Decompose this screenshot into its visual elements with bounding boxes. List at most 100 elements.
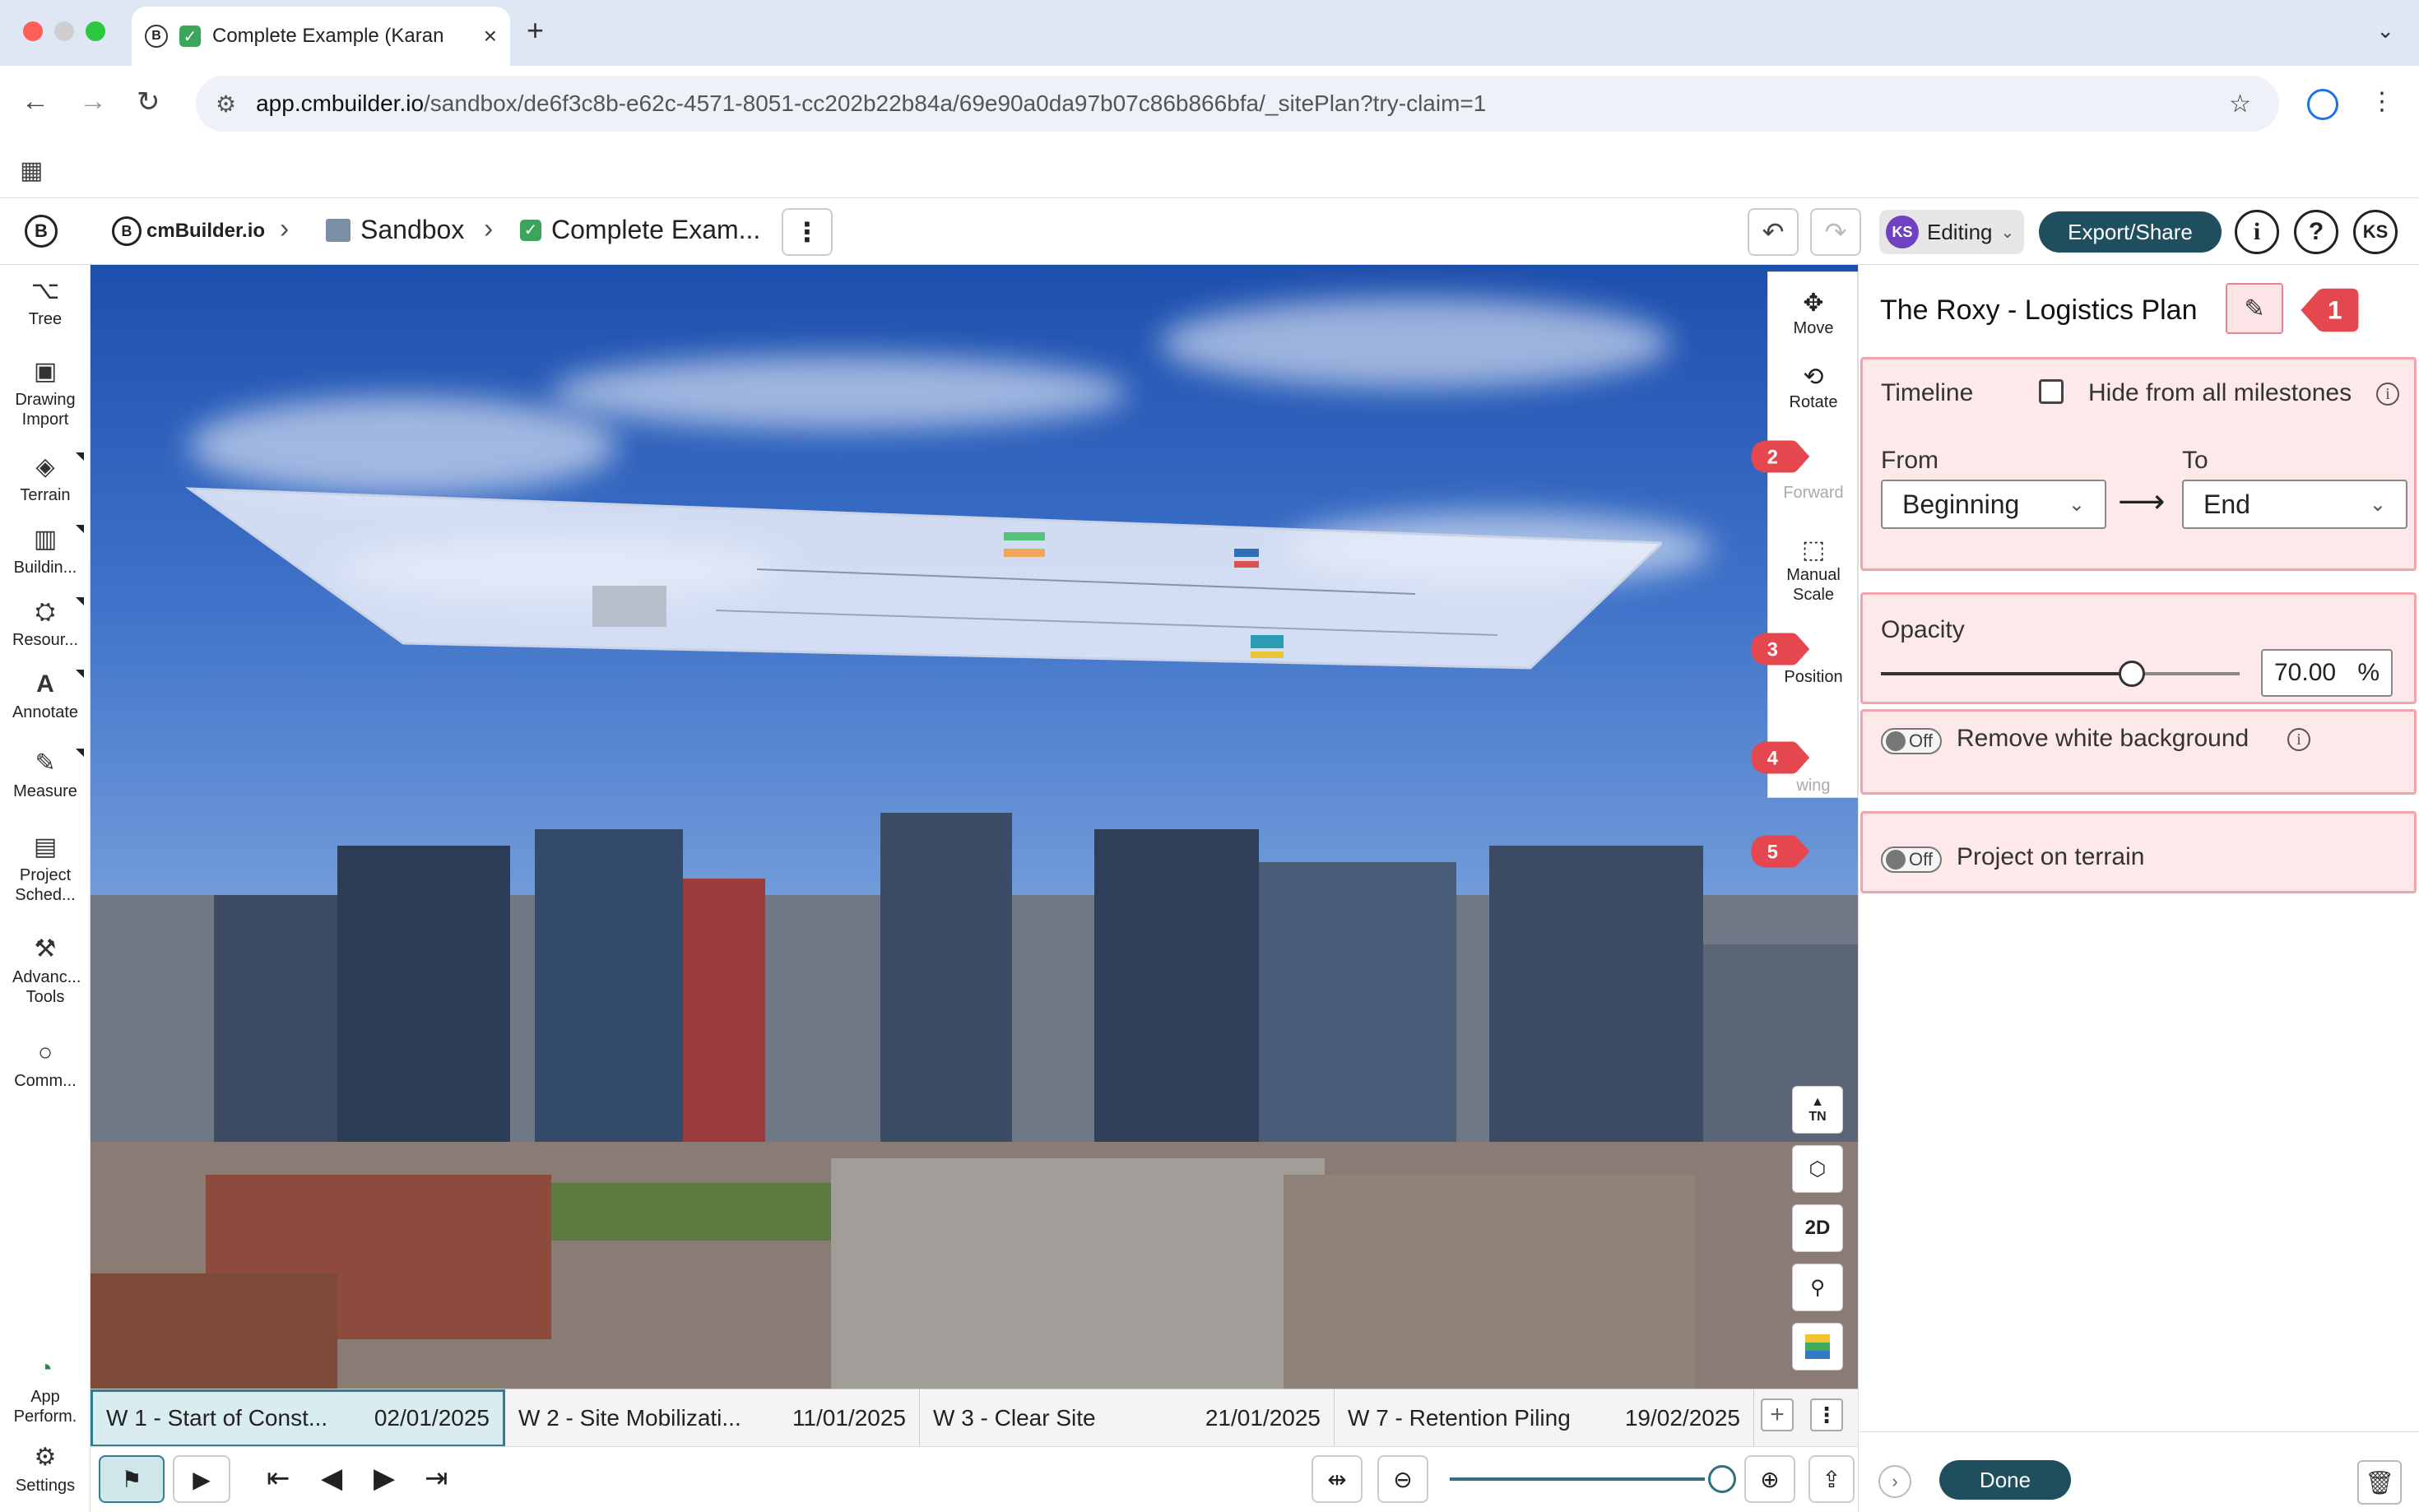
move-tool[interactable]: ✥ Move: [1768, 289, 1859, 338]
redo-button[interactable]: ↷: [1810, 208, 1861, 256]
new-tab-icon[interactable]: +: [527, 13, 544, 48]
address-bar[interactable]: ⚙ app.cmbuilder.io/sandbox/de6f3c8b-e62c…: [196, 76, 2279, 132]
skip-to-end-icon[interactable]: ⇥: [425, 1462, 448, 1495]
sidebar-item-buildings[interactable]: ▥ Buildin...: [0, 525, 91, 577]
brand-name: cmBuilder.io: [146, 220, 266, 242]
sidebar-item-measure[interactable]: ✎ Measure: [0, 749, 91, 801]
milestone-strip: W 1 - Start of Const... 02/01/2025 W 2 -…: [91, 1389, 1858, 1447]
crane-button[interactable]: ⚲: [1792, 1264, 1843, 1311]
reload-icon[interactable]: ↻: [137, 86, 160, 118]
chevron-right-icon[interactable]: ›: [1878, 1465, 1911, 1498]
sidebar-item-settings[interactable]: ⚙ Settings: [0, 1443, 91, 1496]
user-avatar[interactable]: KS: [2353, 210, 2398, 254]
view-cube-button[interactable]: ⬡: [1792, 1145, 1843, 1193]
sidebar-item-project-schedule[interactable]: ▤ Project Sched...: [0, 833, 91, 905]
toggle-knob: [1886, 850, 1906, 870]
opacity-slider-knob[interactable]: [2119, 661, 2146, 687]
export-share-button[interactable]: Export/Share: [2039, 211, 2222, 253]
zoom-out-button[interactable]: ⊖: [1377, 1455, 1428, 1503]
editing-mode-dropdown[interactable]: KS Editing ⌄: [1879, 210, 2024, 254]
manual-scale-tool[interactable]: ⬚ Manual Scale: [1768, 536, 1859, 605]
crane-view-button[interactable]: ⚑: [99, 1455, 165, 1503]
opacity-input[interactable]: 70.00 %: [2261, 649, 2393, 697]
forward-label: Forward: [1783, 484, 1844, 502]
true-north-button[interactable]: ▲ TN: [1792, 1086, 1843, 1134]
sidebar-item-label: Drawing Import: [15, 391, 76, 429]
presentation-button[interactable]: ▶: [173, 1455, 230, 1503]
window-close-dot[interactable]: [23, 21, 43, 41]
tab-search-chevron-icon[interactable]: ⌄: [2376, 18, 2394, 44]
profile-icon[interactable]: [2307, 89, 2338, 120]
skip-to-start-icon[interactable]: ⇤: [267, 1462, 290, 1495]
done-button[interactable]: Done: [1939, 1460, 2071, 1500]
timeline-label: Timeline: [1881, 379, 1974, 406]
sidebar-item-drawing-import[interactable]: ▣ Drawing Import: [0, 357, 91, 429]
sidebar-item-label: Annotate: [12, 703, 79, 721]
comment-icon: ○: [37, 1039, 53, 1066]
app-logo-icon[interactable]: B: [25, 215, 58, 248]
project-menu-button[interactable]: ⋮: [782, 208, 833, 256]
layer-yellow: [1805, 1334, 1830, 1343]
milestone-date: 11/01/2025: [792, 1405, 906, 1431]
window-minimize-dot[interactable]: [54, 21, 74, 41]
sidebar-item-terrain[interactable]: ◈ Terrain: [0, 452, 91, 505]
zoom-in-button[interactable]: ⊕: [1744, 1455, 1795, 1503]
bookmark-star-icon[interactable]: ☆: [2229, 90, 2251, 118]
cloud: [551, 355, 1127, 429]
milestone-tab[interactable]: W 1 - Start of Const... 02/01/2025: [91, 1389, 505, 1447]
breadcrumb-project[interactable]: ✓ Complete Exam...: [520, 215, 760, 245]
sidebar-item-app-performance[interactable]: ◔ App Perform.: [0, 1354, 91, 1426]
tools-icon: ⚒: [34, 935, 57, 962]
milestone-tab[interactable]: W 3 - Clear Site 21/01/2025: [920, 1389, 1335, 1447]
sidebar-item-advanced-tools[interactable]: ⚒ Advanc... Tools: [0, 935, 91, 1007]
delete-button[interactable]: 🗑: [2357, 1460, 2402, 1505]
undo-button[interactable]: ↶: [1748, 208, 1799, 256]
plan-block: [592, 586, 666, 627]
sidebar-item-comments[interactable]: ○ Comm...: [0, 1038, 91, 1091]
zoom-slider-knob[interactable]: [1708, 1465, 1736, 1493]
site-plan-overlay[interactable]: [181, 471, 1662, 676]
2d-toggle-button[interactable]: 2D: [1792, 1204, 1843, 1252]
rename-button[interactable]: ✎: [2226, 283, 2283, 334]
plan-block-teal: [1251, 635, 1284, 648]
callout-badge-5: 5: [1751, 835, 1810, 868]
cmbuilder-favicon-icon: B: [145, 25, 168, 48]
step-forward-icon[interactable]: ▶: [374, 1462, 395, 1495]
sidebar-item-annotate[interactable]: A Annotate: [0, 670, 91, 722]
breadcrumb-sandbox[interactable]: Sandbox: [326, 215, 464, 245]
info-icon[interactable]: i: [2287, 728, 2310, 751]
info-icon[interactable]: i: [2235, 210, 2279, 254]
milestone-menu-button[interactable]: ⋮: [1810, 1398, 1843, 1431]
brand-logo[interactable]: B cmBuilder.io: [112, 216, 265, 246]
milestone-tab[interactable]: W 2 - Site Mobilizati... 11/01/2025: [505, 1389, 920, 1447]
back-arrow-icon[interactable]: ←: [21, 86, 49, 118]
3d-viewport[interactable]: [91, 265, 1858, 1389]
milestone-tab[interactable]: W 7 - Retention Piling 19/02/2025: [1335, 1389, 1754, 1447]
add-milestone-button[interactable]: +: [1761, 1398, 1794, 1431]
callout-shape: [1751, 741, 1810, 774]
tab-close-icon[interactable]: ×: [484, 23, 497, 49]
browser-tab[interactable]: B ✓ Complete Example (Karan ×: [132, 7, 510, 66]
export-view-button[interactable]: ⇪: [1808, 1455, 1855, 1503]
help-icon[interactable]: ?: [2294, 210, 2338, 254]
app-header: B B cmBuilder.io › Sandbox › ✓ Complete …: [0, 197, 2419, 265]
forward-tool[interactable]: Forward: [1768, 483, 1859, 503]
forward-arrow-icon[interactable]: →: [79, 86, 107, 118]
rotate-tool[interactable]: ⟲ Rotate: [1768, 363, 1859, 412]
zoom-slider-track[interactable]: [1450, 1477, 1705, 1481]
remove-background-toggle[interactable]: Off: [1881, 728, 1942, 754]
from-select[interactable]: Beginning ⌄: [1881, 480, 2106, 529]
hide-from-milestones-checkbox[interactable]: [2039, 379, 2064, 404]
apps-grid-icon[interactable]: ▦: [20, 156, 43, 185]
layers-button[interactable]: [1792, 1323, 1843, 1371]
project-on-terrain-toggle[interactable]: Off: [1881, 846, 1942, 873]
fit-view-button[interactable]: ⇹: [1312, 1455, 1363, 1503]
sidebar-item-tree[interactable]: ⌥ Tree: [0, 276, 91, 329]
browser-menu-icon[interactable]: ⋮: [2370, 87, 2394, 116]
sidebar-item-resources[interactable]: ⛭ Resour...: [0, 597, 91, 650]
info-icon[interactable]: i: [2376, 383, 2399, 406]
site-settings-icon[interactable]: ⚙: [216, 90, 236, 118]
step-back-icon[interactable]: ◀: [321, 1462, 342, 1495]
window-zoom-dot[interactable]: [86, 21, 105, 41]
to-select[interactable]: End ⌄: [2182, 480, 2407, 529]
